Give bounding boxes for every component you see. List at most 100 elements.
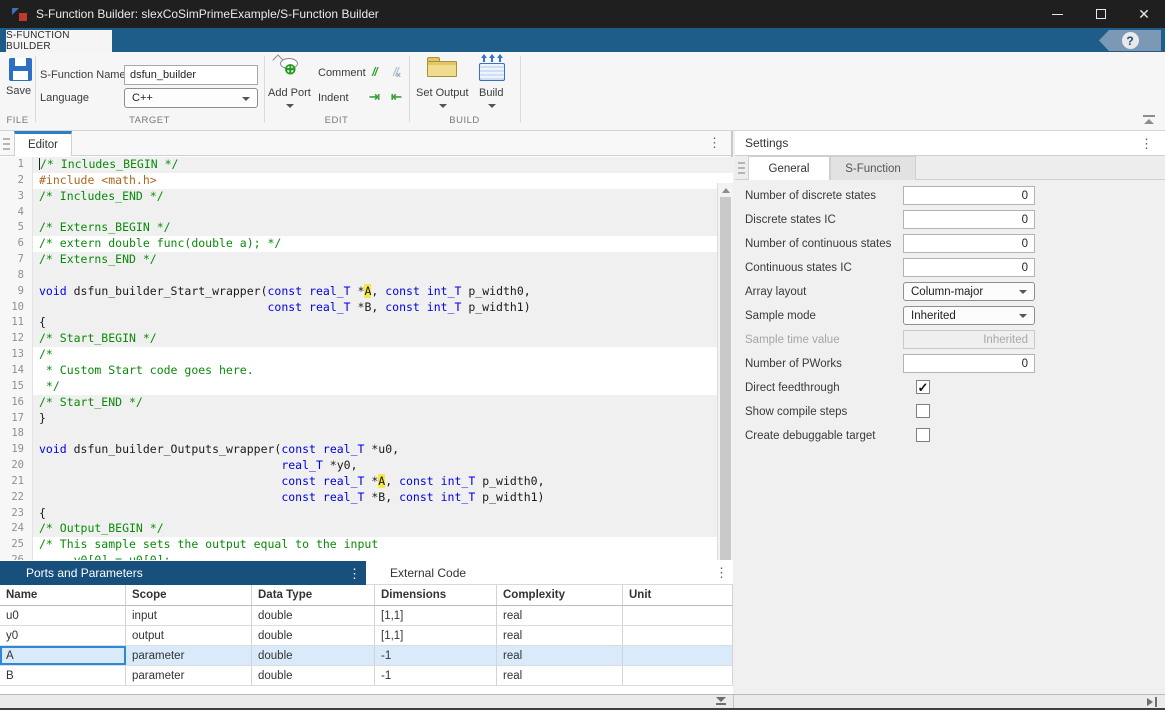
external-code-menu-icon[interactable]: ⋮ [715,566,728,579]
tab-general[interactable]: General [748,156,830,180]
code-editor[interactable]: 1/* Includes_BEGIN */2#include <math.h>3… [0,157,733,560]
table-cell[interactable]: real [497,606,623,625]
table-cell[interactable]: real [497,626,623,645]
ports-parameters-menu-icon[interactable]: ⋮ [348,567,361,580]
code-line-3[interactable]: 3/* Includes_END */ [0,189,733,205]
code-line-1[interactable]: 1/* Includes_BEGIN */ [0,157,733,173]
table-cell[interactable]: -1 [375,666,497,685]
table-cell[interactable]: u0 [0,606,126,625]
tab-external-code[interactable]: External Code ⋮ [366,561,733,585]
table-cell[interactable]: double [252,626,375,645]
table-cell[interactable]: parameter [126,646,252,665]
code-line-14[interactable]: 14 * Custom Start code goes here. [0,363,733,379]
settings-grip-icon[interactable] [738,162,745,174]
table-cell[interactable]: y0 [0,626,126,645]
language-dropdown[interactable]: C++ [124,88,258,108]
sfunction-name-input[interactable] [124,65,258,85]
table-cell[interactable]: B [0,666,126,685]
code-line-26[interactable]: 26 y0[0] = u0[0]; [0,553,733,560]
settings-menu-icon[interactable]: ⋮ [1140,137,1153,150]
uncomment-icon[interactable]: //× [393,65,402,79]
comment-icon[interactable]: // [372,65,377,79]
tab-sfunction[interactable]: S-Function [830,156,916,180]
build-button[interactable]: Build [475,54,509,112]
column-header[interactable]: Data Type [252,585,375,605]
table-cell[interactable]: [1,1] [375,626,497,645]
table-cell[interactable]: real [497,646,623,665]
minimize-button[interactable] [1035,0,1080,28]
code-line-2[interactable]: 2#include <math.h> [0,173,733,189]
expand-right-panel-icon[interactable] [1147,697,1159,707]
column-header[interactable]: Complexity [497,585,623,605]
tab-editor[interactable]: Editor [14,131,72,156]
indent-right-icon[interactable]: ⇥ [369,89,380,105]
editor-menu-icon[interactable]: ⋮ [708,136,721,149]
table-cell[interactable] [623,626,733,645]
field-input[interactable]: 0 [903,258,1035,277]
code-line-18[interactable]: 18 [0,426,733,442]
code-line-6[interactable]: 6/* extern double func(double a); */ [0,236,733,252]
field-dropdown[interactable]: Column-major [903,282,1035,301]
table-row-y0[interactable]: y0outputdouble[1,1]real [0,626,733,646]
table-row-A[interactable]: Aparameterdouble-1real [0,646,733,666]
table-cell[interactable]: parameter [126,666,252,685]
code-line-8[interactable]: 8 [0,268,733,284]
code-line-15[interactable]: 15 */ [0,379,733,395]
column-header[interactable]: Unit [623,585,733,605]
column-header[interactable]: Name [0,585,126,605]
code-line-12[interactable]: 12/* Start_BEGIN */ [0,331,733,347]
table-cell[interactable] [623,666,733,685]
code-line-17[interactable]: 17} [0,411,733,427]
code-line-13[interactable]: 13/* [0,347,733,363]
field-checkbox[interactable] [916,428,930,442]
code-line-24[interactable]: 24/* Output_BEGIN */ [0,521,733,537]
code-line-11[interactable]: 11{ [0,315,733,331]
collapse-ribbon-icon[interactable] [1141,115,1157,127]
table-cell[interactable] [623,646,733,665]
save-button[interactable]: Save [0,52,35,112]
code-line-20[interactable]: 20 real_T *y0, [0,458,733,474]
code-line-23[interactable]: 23{ [0,506,733,522]
panel-grip-icon[interactable] [3,138,10,150]
column-header[interactable]: Dimensions [375,585,497,605]
table-cell[interactable] [623,606,733,625]
table-cell[interactable]: double [252,646,375,665]
field-dropdown[interactable]: Inherited [903,306,1035,325]
code-line-7[interactable]: 7/* Externs_END */ [0,252,733,268]
tab-ports-and-parameters[interactable]: Ports and Parameters ⋮ [0,561,366,585]
scroll-up-icon[interactable] [722,188,730,193]
table-cell[interactable]: input [126,606,252,625]
field-checkbox[interactable] [916,404,930,418]
add-port-button[interactable]: ⊕ Add Port [266,54,314,112]
code-line-16[interactable]: 16/* Start_END */ [0,395,733,411]
code-line-9[interactable]: 9void dsfun_builder_Start_wrapper(const … [0,284,733,300]
code-line-4[interactable]: 4 [0,205,733,221]
set-output-button[interactable]: Set Output [414,54,470,112]
table-cell[interactable]: output [126,626,252,645]
field-input[interactable]: 0 [903,234,1035,253]
table-cell[interactable]: A [0,646,126,665]
scrollbar-thumb[interactable] [720,197,731,560]
close-button[interactable]: ✕ [1123,0,1165,28]
field-input[interactable]: 0 [903,354,1035,373]
code-line-21[interactable]: 21 const real_T *A, const int_T p_width0… [0,474,733,490]
table-cell[interactable]: double [252,666,375,685]
tab-sfunction-builder[interactable]: S-FUNCTION BUILDER [6,30,112,52]
table-cell[interactable]: -1 [375,646,497,665]
code-line-25[interactable]: 25/* This sample sets the output equal t… [0,537,733,553]
code-line-10[interactable]: 10 const real_T *B, const int_T p_width1… [0,300,733,316]
field-input[interactable]: 0 [903,186,1035,205]
table-cell[interactable]: real [497,666,623,685]
column-header[interactable]: Scope [126,585,252,605]
table-cell[interactable]: [1,1] [375,606,497,625]
help-button[interactable]: ? [1099,30,1161,51]
field-checkbox[interactable]: ✓ [916,380,930,394]
table-cell[interactable]: double [252,606,375,625]
table-row-B[interactable]: Bparameterdouble-1real [0,666,733,686]
collapse-bottom-panel-icon[interactable] [714,697,728,707]
table-row-u0[interactable]: u0inputdouble[1,1]real [0,606,733,626]
maximize-button[interactable] [1078,0,1123,28]
editor-scrollbar[interactable] [717,183,733,560]
code-line-19[interactable]: 19void dsfun_builder_Outputs_wrapper(con… [0,442,733,458]
indent-left-icon[interactable]: ⇤ [391,89,402,105]
